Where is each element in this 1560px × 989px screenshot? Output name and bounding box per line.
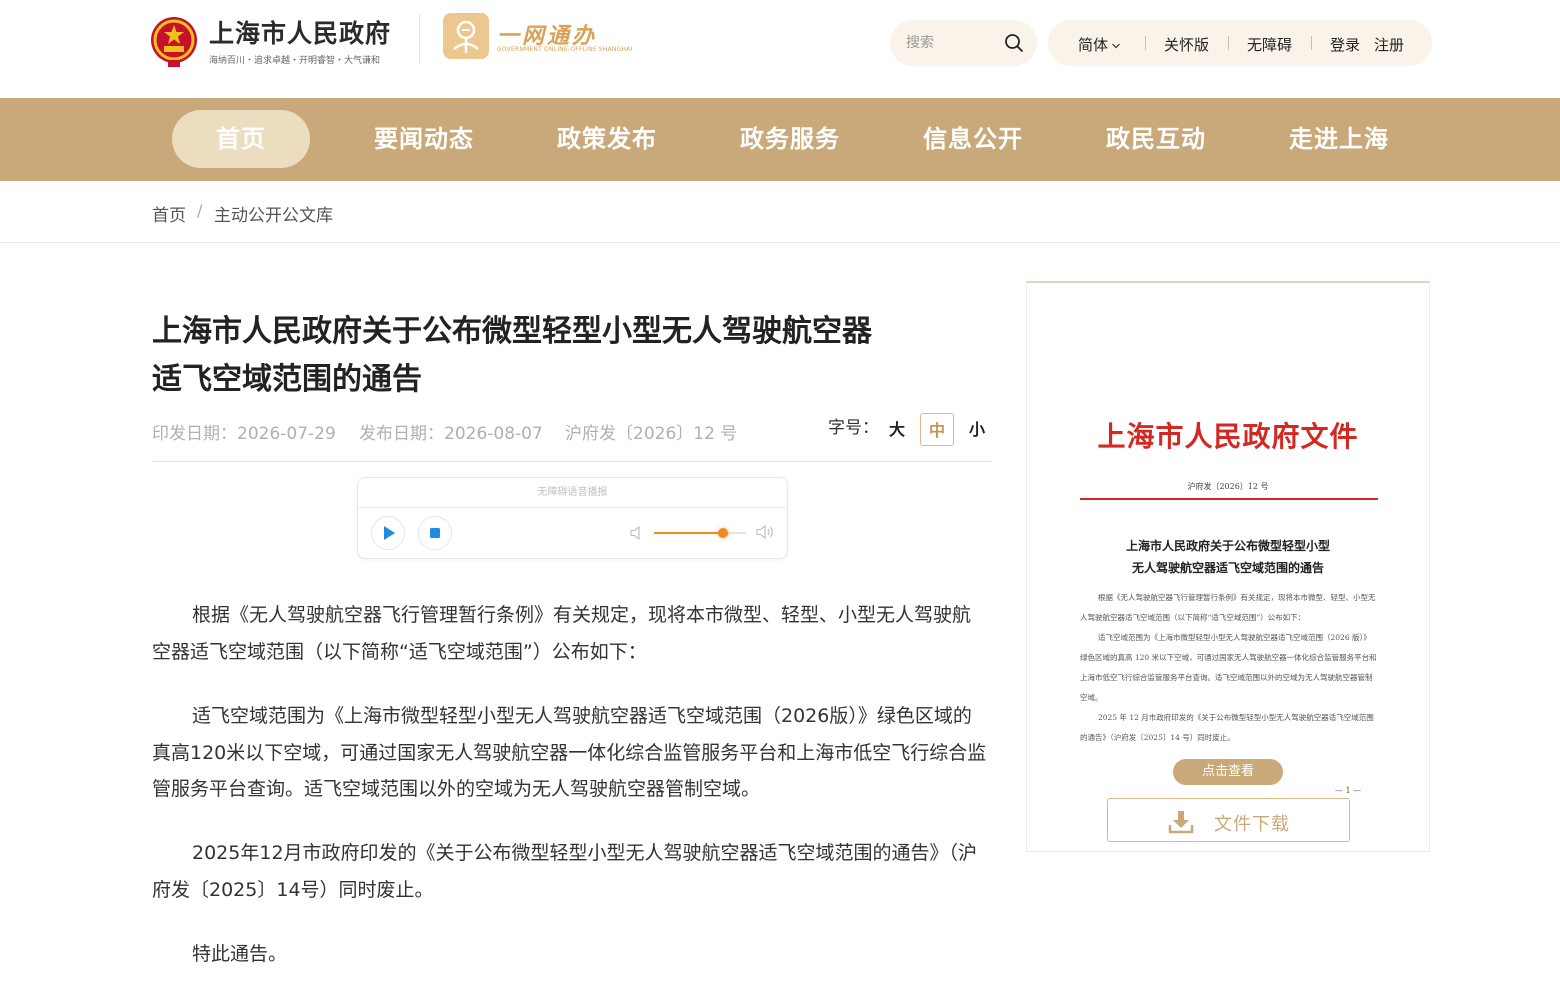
search-icon[interactable] [1004,33,1024,53]
nav-item-services[interactable]: 政务服务 [721,110,859,168]
care-version-link[interactable]: 关怀版 [1164,34,1209,55]
main-nav: 首页 要闻动态 政策发布 政务服务 信息公开 政民互动 走进上海 [0,98,1560,181]
national-emblem-icon[interactable] [150,14,198,68]
print-date: 印发日期：2026-07-29 [152,424,336,444]
utility-bar: 简体 关怀版 无障碍 登录 注册 [1048,20,1432,66]
article-title-line: 适飞空域范围的通告 [152,362,422,397]
site-header: 上海市人民政府 海纳百川・追求卓越・开明睿智・大气谦和 一网通办 GOVERNM… [0,0,1560,98]
document-number: 沪府发〔2026〕12 号 [565,424,738,444]
download-button[interactable]: 文件下载 [1107,798,1350,842]
search-input[interactable] [906,33,1002,53]
volume-slider[interactable] [654,528,746,538]
nav-item-policy[interactable]: 政策发布 [538,110,676,168]
document-paragraph: 根据《无人驾驶航空器飞行管理暂行条例》有关规定，现将本市微型、轻型、小型无人驾驶… [1080,593,1376,622]
document-preview: 上海市人民政府文件 沪府发〔2026〕12 号 上海市人民政府关于公布微型轻型小… [1026,281,1430,852]
font-size-label: 字号： [828,418,879,438]
document-header: 上海市人民政府文件 [1097,420,1359,453]
download-icon [1168,811,1194,834]
util-separator [1145,36,1146,50]
language-select[interactable]: 简体 [1078,34,1121,55]
document-paragraph: 2025 年 12 月市政府印发的《关于公布微型轻型小型无人驾驶航空器适飞空域范… [1080,713,1374,742]
document-title: 上海市人民政府关于公布微型轻型小型 无人驾驶航空器适飞空域范围的通告 [1027,535,1429,579]
ywtb-logo-icon[interactable] [443,13,489,59]
nav-item-about-shanghai[interactable]: 走进上海 [1270,110,1408,168]
document-page-number: — 1 — [1334,786,1362,795]
language-label: 简体 [1078,36,1109,54]
breadcrumb: 首页 / 主动公开公文库 [0,181,1560,243]
volume-high-icon[interactable] [756,523,776,541]
util-separator [1228,36,1229,50]
document-number: 沪府发〔2026〕12 号 [1187,482,1269,491]
stop-button[interactable] [418,516,452,550]
article-paragraph: 2025年12月市政府印发的《关于公布微型轻型小型无人驾驶航空器适飞空域范围的通… [152,842,978,901]
search-box [890,20,1037,66]
article-title: 上海市人民政府关于公布微型轻型小型无人驾驶航空器 适飞空域范围的通告 [152,308,952,404]
header-divider [419,14,420,64]
breadcrumb-separator: / [197,201,203,220]
audio-title: 无障碍语音播报 [358,478,787,508]
stop-icon [430,528,440,538]
article-title-line: 上海市人民政府关于公布微型轻型小型无人驾驶航空器 [152,314,872,349]
breadcrumb-current[interactable]: 主动公开公文库 [214,201,333,226]
volume-slider-handle[interactable] [718,528,728,538]
site-slogan: 海纳百川・追求卓越・开明睿智・大气谦和 [209,56,381,66]
meta-divider [152,461,992,462]
document-body: 根据《无人驾驶航空器飞行管理暂行条例》有关规定，现将本市微型、轻型、小型无人驾驶… [1080,588,1378,748]
util-separator [1311,36,1312,50]
nav-item-interaction[interactable]: 政民互动 [1087,110,1225,168]
breadcrumb-home[interactable]: 首页 [152,201,186,226]
article-paragraph: 适飞空域范围为《上海市微型轻型小型无人驾驶航空器适飞空域范围（2026版）》绿色… [152,705,987,800]
font-size-small-button[interactable]: 小 [960,413,994,446]
play-button[interactable] [371,516,405,550]
chevron-down-icon [1112,43,1120,48]
volume-low-icon[interactable] [630,525,644,541]
view-document-button[interactable]: 点击查看 [1173,759,1283,785]
publish-date: 发布日期：2026-08-07 [359,424,543,444]
volume-slider-fill [654,532,723,534]
document-red-line [1080,498,1378,500]
font-size-large-button[interactable]: 大 [880,413,914,446]
play-icon [384,526,395,540]
article-paragraph: 根据《无人驾驶航空器飞行管理暂行条例》有关规定，现将本市微型、轻型、小型无人驾驶… [152,604,972,663]
nav-item-info-disclosure[interactable]: 信息公开 [904,110,1042,168]
article-paragraph: 特此通告。 [192,943,288,965]
accessibility-link[interactable]: 无障碍 [1247,34,1292,55]
nav-item-news[interactable]: 要闻动态 [355,110,493,168]
ywtb-subtitle: GOVERNMENT ONLINE-OFFLINE SHANGHAI [497,46,633,53]
nav-item-home[interactable]: 首页 [172,110,310,168]
download-label: 文件下载 [1214,814,1290,835]
site-title[interactable]: 上海市人民政府 [209,14,391,50]
document-title-line: 上海市人民政府关于公布微型轻型小型 [1125,539,1330,553]
audio-player: 无障碍语音播报 [357,477,788,559]
register-link[interactable]: 注册 [1374,34,1404,55]
login-link[interactable]: 登录 [1330,34,1360,55]
document-title-line: 无人驾驶航空器适飞空域范围的通告 [1131,561,1324,575]
document-paragraph: 适飞空域范围为《上海市微型轻型小型无人驾驶航空器适飞空域范围（2026 版）》绿… [1080,633,1377,702]
font-size-medium-button[interactable]: 中 [920,413,954,446]
